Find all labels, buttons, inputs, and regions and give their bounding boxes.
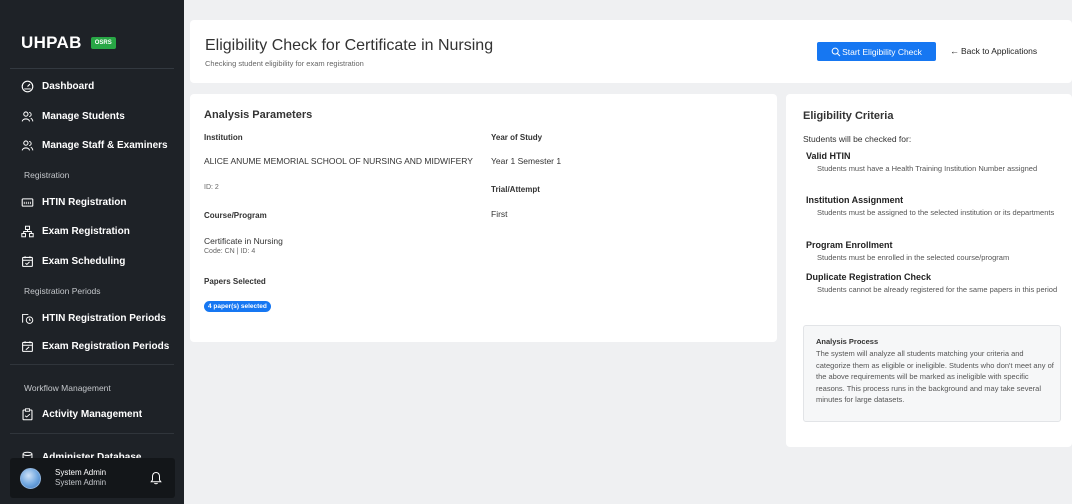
sidebar-item-label: Manage Staff & Examiners — [42, 139, 168, 151]
criterion-title: Valid HTIN — [806, 151, 851, 161]
institution-id: ID: 2 — [204, 184, 219, 191]
sidebar-item-exam-registration-periods[interactable]: Exam Registration Periods — [20, 339, 169, 353]
criteria-intro: Students will be checked for: — [803, 134, 912, 144]
sidebar-item-exam-scheduling[interactable]: Exam Scheduling — [20, 254, 125, 268]
course-label: Course/Program — [204, 211, 267, 220]
analysis-parameters-card: Analysis Parameters Institution ALICE AN… — [190, 94, 777, 342]
section-registration-periods: Registration Periods — [24, 286, 101, 296]
sidebar-item-label: HTIN Registration Periods — [42, 312, 166, 324]
sidebar-item-label: Manage Students — [42, 110, 125, 122]
criterion-description: Students must be assigned to the selecte… — [817, 208, 1055, 217]
avatar — [20, 468, 41, 489]
brand-badge: OSRS — [90, 37, 116, 49]
criterion-description: Students must have a Health Training Ins… — [817, 164, 1038, 173]
divider — [10, 364, 174, 365]
button-label: Start Eligibility Check — [842, 46, 922, 57]
id-card-icon — [20, 195, 34, 209]
brand[interactable]: UHPAB OSRS — [21, 33, 116, 53]
criterion-title: Duplicate Registration Check — [806, 272, 932, 282]
year-label: Year of Study — [491, 133, 543, 142]
user-name: System Admin — [55, 468, 107, 477]
eligibility-criteria-card: Eligibility Criteria Students will be ch… — [786, 94, 1072, 447]
bell-icon[interactable] — [150, 471, 162, 485]
course-code: Code: CN | ID: 4 — [204, 248, 256, 255]
sitemap-icon — [20, 224, 34, 238]
start-eligibility-check-button[interactable]: Start Eligibility Check — [817, 42, 936, 61]
user-menu[interactable]: System Admin System Admin — [10, 458, 175, 498]
users-icon — [20, 138, 34, 152]
analysis-process-box: Analysis Process The system will analyze… — [803, 325, 1061, 422]
institution-value: ALICE ANUME MEMORIAL SCHOOL OF NURSING A… — [204, 156, 473, 166]
sidebar-item-htin-registration[interactable]: HTIN Registration — [20, 195, 126, 209]
sidebar-item-htin-registration-periods[interactable]: HTIN Registration Periods — [20, 311, 166, 325]
sidebar-item-label: HTIN Registration — [42, 196, 127, 208]
sidebar-item-label: Activity Management — [42, 408, 143, 420]
sidebar-item-exam-registration[interactable]: Exam Registration — [20, 224, 130, 238]
sidebar-item-label: Exam Registration — [42, 225, 130, 237]
sidebar-item-dashboard[interactable]: Dashboard — [20, 79, 94, 93]
card-title: Analysis Parameters — [204, 109, 313, 121]
year-value: Year 1 Semester 1 — [491, 156, 562, 166]
course-value: Certificate in Nursing — [204, 236, 283, 246]
sidebar-item-label: Exam Registration Periods — [42, 340, 170, 352]
card-title: Eligibility Criteria — [803, 110, 894, 122]
papers-selected-badge: 4 paper(s) selected — [204, 301, 271, 312]
page-header: Eligibility Check for Certificate in Nur… — [190, 20, 1072, 83]
clipboard-icon — [20, 407, 34, 421]
divider — [10, 68, 174, 69]
search-icon — [831, 47, 841, 56]
criterion-title: Program Enrollment — [806, 240, 893, 250]
arrow-left-icon: ← — [950, 46, 959, 56]
section-registration: Registration — [24, 170, 70, 180]
sidebar-item-activity-management[interactable]: Activity Management — [20, 407, 142, 421]
link-label: Back to Applications — [961, 46, 1038, 56]
calendar-check-icon — [20, 254, 34, 268]
trial-value: First — [491, 209, 508, 219]
papers-label: Papers Selected — [204, 277, 266, 286]
process-text: The system will analyze all students mat… — [816, 349, 1054, 404]
back-to-applications-link[interactable]: ← Back to Applications — [950, 46, 1037, 56]
page-title: Eligibility Check for Certificate in Nur… — [205, 37, 494, 54]
sidebar: UHPAB OSRS Dashboard Manage Students Man… — [0, 0, 184, 504]
sidebar-item-label: Dashboard — [42, 80, 95, 92]
criterion-description: Students must be enrolled in the selecte… — [817, 253, 1010, 262]
dashboard-icon — [20, 79, 34, 93]
calendar-edit-icon — [20, 339, 34, 353]
sidebar-item-manage-students[interactable]: Manage Students — [20, 109, 125, 123]
trial-label: Trial/Attempt — [491, 185, 540, 194]
clock-icon — [20, 311, 34, 325]
criterion-title: Institution Assignment — [806, 195, 904, 205]
sidebar-item-manage-staff[interactable]: Manage Staff & Examiners — [20, 138, 168, 152]
page-subtitle: Checking student eligibility for exam re… — [205, 59, 364, 68]
process-title: Analysis Process — [816, 337, 879, 346]
criterion-description: Students cannot be already registered fo… — [817, 285, 1058, 294]
users-icon — [20, 109, 34, 123]
brand-title: UHPAB — [21, 33, 82, 52]
institution-label: Institution — [204, 133, 243, 142]
divider — [10, 433, 174, 434]
sidebar-item-label: Exam Scheduling — [42, 255, 126, 267]
section-workflow-management: Workflow Management — [24, 383, 111, 393]
user-role: System Admin — [55, 478, 107, 487]
